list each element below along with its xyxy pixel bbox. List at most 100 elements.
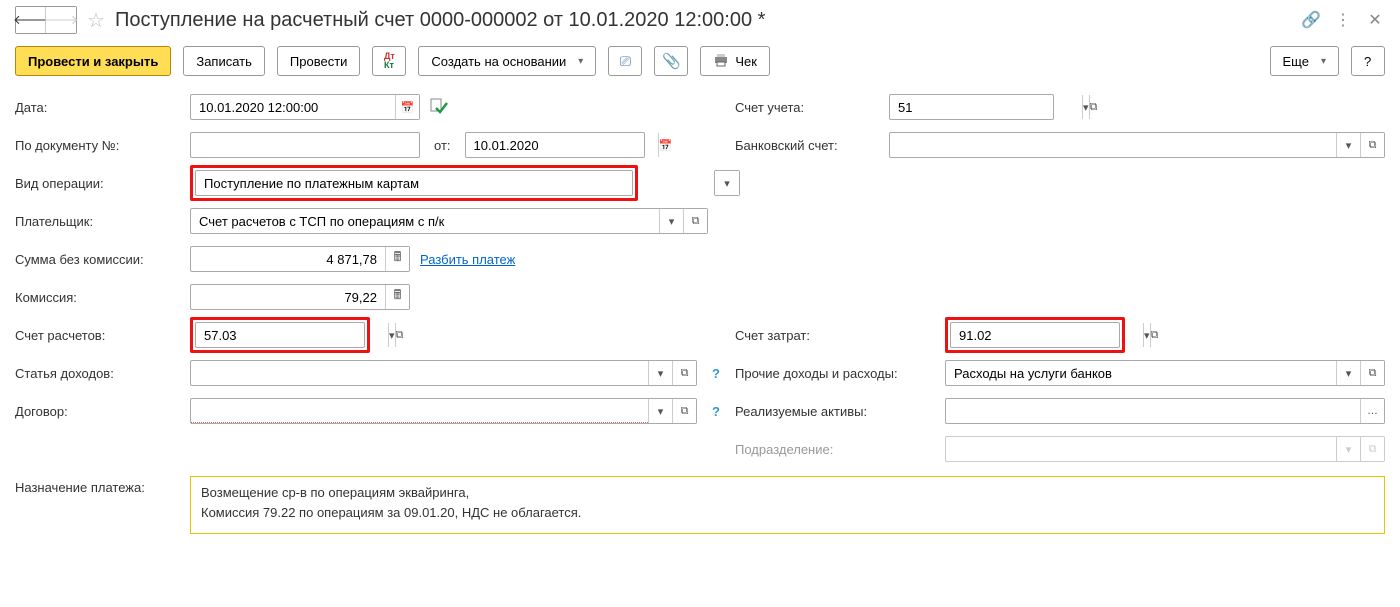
ot-date-input[interactable] bbox=[466, 133, 658, 157]
structure-icon: ⎚ bbox=[620, 53, 631, 70]
label-schet-zatrat: Счет затрат: bbox=[735, 328, 935, 343]
po-dokumentu-input[interactable] bbox=[191, 133, 419, 157]
label-data: Дата: bbox=[15, 100, 180, 115]
statya-dohodov-group: ▾ ⧉ bbox=[190, 360, 697, 386]
arrow-right-icon: 🡒 bbox=[44, 12, 79, 28]
realizuemye-aktivy-input[interactable] bbox=[946, 399, 1360, 423]
chevron-down-icon[interactable]: ▾ bbox=[715, 171, 739, 195]
razbit-platezh-link[interactable]: Разбить платеж bbox=[420, 252, 515, 267]
open-icon[interactable]: ⧉ bbox=[1150, 323, 1159, 347]
label-schet-raschetov: Счет расчетов: bbox=[15, 328, 180, 343]
eshche-button[interactable]: Еще bbox=[1270, 46, 1339, 76]
highlight-schet-raschetov: ▾ ⧉ bbox=[190, 317, 370, 353]
data-input-group: 📅 bbox=[190, 94, 420, 120]
schet-zatrat-group: ▾ ⧉ bbox=[950, 322, 1120, 348]
help-button[interactable]: ? bbox=[1351, 46, 1385, 76]
summa-bez-komissii-group: 🖩 bbox=[190, 246, 410, 272]
dogovor-input[interactable] bbox=[191, 399, 648, 423]
summa-bez-komissii-input[interactable] bbox=[191, 247, 385, 271]
nav-arrows: 🡐 🡒 bbox=[15, 6, 77, 34]
label-schet-ucheta: Счет учета: bbox=[735, 100, 879, 115]
komissiya-group: 🖩 bbox=[190, 284, 410, 310]
schet-ucheta-group: ▾ ⧉ bbox=[889, 94, 1054, 120]
open-icon[interactable]: ⧉ bbox=[395, 323, 404, 347]
link-icon[interactable]: 🔗 bbox=[1301, 10, 1321, 30]
label-summa-bez-komissii: Сумма без комиссии: bbox=[15, 252, 180, 267]
platelshchik-input[interactable] bbox=[191, 209, 659, 233]
dogovor-group: ▾ ⧉ bbox=[190, 398, 697, 424]
window-title: Поступление на расчетный счет 0000-00000… bbox=[115, 9, 1293, 32]
chek-button[interactable]: Чек bbox=[700, 46, 770, 76]
schet-zatrat-input[interactable] bbox=[951, 323, 1143, 347]
chevron-down-icon[interactable]: ▾ bbox=[1336, 361, 1360, 385]
structure-button[interactable]: ⎚ bbox=[608, 46, 642, 76]
schet-ucheta-input[interactable] bbox=[890, 95, 1082, 119]
vid-operacii-input[interactable] bbox=[196, 171, 632, 195]
prochie-dohody-input[interactable] bbox=[946, 361, 1336, 385]
label-ot: от: bbox=[430, 138, 455, 153]
label-dogovor: Договор: bbox=[15, 404, 180, 419]
more-icon[interactable]: … bbox=[1360, 399, 1384, 423]
po-dokumentu-input-group bbox=[190, 132, 420, 158]
help-hint-icon[interactable]: ? bbox=[707, 402, 725, 420]
paperclip-icon: 📎 bbox=[662, 52, 681, 70]
label-bankovskiy-schet: Банковский счет: bbox=[735, 138, 879, 153]
prochie-dohody-group: ▾ ⧉ bbox=[945, 360, 1385, 386]
open-icon[interactable]: ⧉ bbox=[683, 209, 707, 233]
bankovskiy-schet-group: ▾ ⧉ bbox=[889, 132, 1385, 158]
schet-raschetov-group: ▾ ⧉ bbox=[195, 322, 365, 348]
calendar-icon[interactable]: 📅 bbox=[395, 95, 419, 119]
naznachenie-line: Возмещение ср-в по операциям эквайринга, bbox=[201, 483, 1374, 503]
label-naznachenie: Назначение платежа: bbox=[15, 476, 180, 495]
highlight-vid-operacii bbox=[190, 165, 638, 201]
label-vid-operacii: Вид операции: bbox=[15, 176, 180, 191]
open-icon[interactable]: ⧉ bbox=[1360, 361, 1384, 385]
printer-icon bbox=[713, 53, 729, 70]
zapisat-button[interactable]: Записать bbox=[183, 46, 265, 76]
help-hint-icon[interactable]: ? bbox=[707, 364, 725, 382]
platelshchik-group: ▾ ⧉ bbox=[190, 208, 708, 234]
chevron-down-icon: ▾ bbox=[1336, 437, 1360, 461]
schet-raschetov-input[interactable] bbox=[196, 323, 388, 347]
podrazdelenie-group: ▾ ⧉ bbox=[945, 436, 1385, 462]
calculator-icon[interactable]: 🖩 bbox=[385, 285, 409, 309]
label-platelshchik: Плательщик: bbox=[15, 214, 180, 229]
label-realizuemye-aktivy: Реализуемые активы: bbox=[735, 404, 935, 419]
realizuemye-aktivy-group: … bbox=[945, 398, 1385, 424]
komissiya-input[interactable] bbox=[191, 285, 385, 309]
nav-back-button[interactable]: 🡐 bbox=[16, 7, 46, 33]
open-icon[interactable]: ⧉ bbox=[1360, 133, 1384, 157]
vid-operacii-dropdown: ▾ bbox=[714, 170, 740, 196]
provesti-i-zakryt-button[interactable]: Провести и закрыть bbox=[15, 46, 171, 76]
open-icon[interactable]: ⧉ bbox=[672, 399, 696, 423]
kebab-menu-icon[interactable]: ⋮ bbox=[1333, 10, 1353, 30]
favorite-star-icon[interactable]: ☆ bbox=[85, 9, 107, 31]
open-icon[interactable]: ⧉ bbox=[672, 361, 696, 385]
label-statya-dohodov: Статья доходов: bbox=[15, 366, 180, 381]
chevron-down-icon[interactable]: ▾ bbox=[1336, 133, 1360, 157]
calculator-icon[interactable]: 🖩 bbox=[385, 247, 409, 271]
data-input[interactable] bbox=[191, 95, 395, 119]
sozdat-na-osnovanii-button[interactable]: Создать на основании bbox=[418, 46, 596, 76]
chevron-down-icon[interactable]: ▾ bbox=[648, 361, 672, 385]
naznachenie-textarea[interactable]: Возмещение ср-в по операциям эквайринга,… bbox=[190, 476, 1385, 534]
statya-dohodov-input[interactable] bbox=[191, 361, 648, 385]
vid-operacii-group bbox=[195, 170, 633, 196]
chevron-down-icon[interactable]: ▾ bbox=[648, 399, 672, 423]
label-po-dokumentu: По документу №: bbox=[15, 138, 180, 153]
close-icon[interactable]: ✕ bbox=[1365, 10, 1385, 30]
attachment-button[interactable]: 📎 bbox=[654, 46, 688, 76]
open-icon: ⧉ bbox=[1360, 437, 1384, 461]
provesti-button[interactable]: Провести bbox=[277, 46, 361, 76]
dtkt-button[interactable]: ДтКт bbox=[372, 46, 406, 76]
bankovskiy-schet-input[interactable] bbox=[890, 133, 1336, 157]
open-icon[interactable]: ⧉ bbox=[1089, 95, 1098, 119]
chevron-down-icon[interactable]: ▾ bbox=[659, 209, 683, 233]
calendar-icon[interactable]: 📅 bbox=[658, 133, 673, 157]
naznachenie-line: Комиссия 79.22 по операциям за 09.01.20,… bbox=[201, 503, 1374, 523]
nav-forward-button[interactable]: 🡒 bbox=[46, 7, 76, 33]
dtkt-icon: ДтКт bbox=[384, 52, 395, 70]
status-check-icon[interactable] bbox=[430, 98, 448, 117]
label-komissiya: Комиссия: bbox=[15, 290, 180, 305]
label-prochie-dohody: Прочие доходы и расходы: bbox=[735, 366, 935, 381]
